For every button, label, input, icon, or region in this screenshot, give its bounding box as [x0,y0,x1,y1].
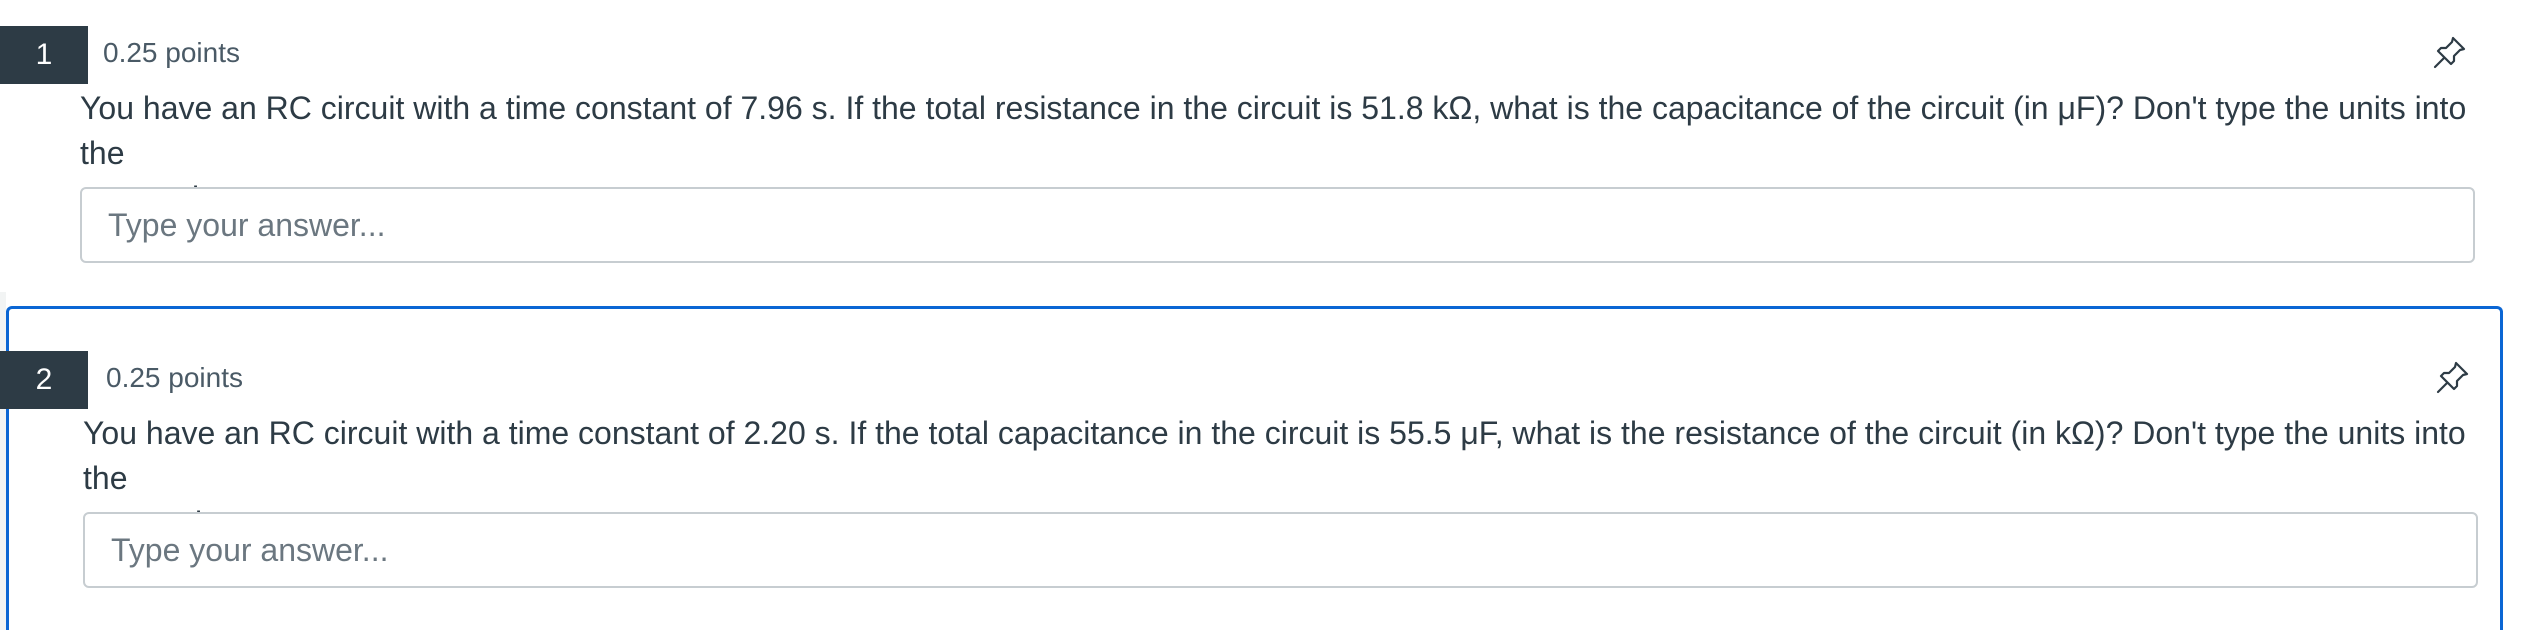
pin-icon[interactable] [2433,357,2473,397]
question-number-badge: 1 [0,26,88,84]
question-2: 2 0.25 points You have an RC circuit wit… [0,306,2503,630]
question-text-line: You have an RC circuit with a time const… [80,90,2467,171]
question-1: 1 0.25 points You have an RC circuit wit… [0,0,2504,292]
question-number-badge: 2 [0,351,88,409]
answer-input[interactable] [83,512,2478,588]
question-points: 0.25 points [103,37,240,68]
pin-icon[interactable] [2430,32,2470,72]
answer-input[interactable] [80,187,2475,263]
question-text-line: You have an RC circuit with a time const… [83,415,2466,496]
question-points: 0.25 points [106,362,243,393]
quiz-page: 1 0.25 points You have an RC circuit wit… [0,0,2522,630]
